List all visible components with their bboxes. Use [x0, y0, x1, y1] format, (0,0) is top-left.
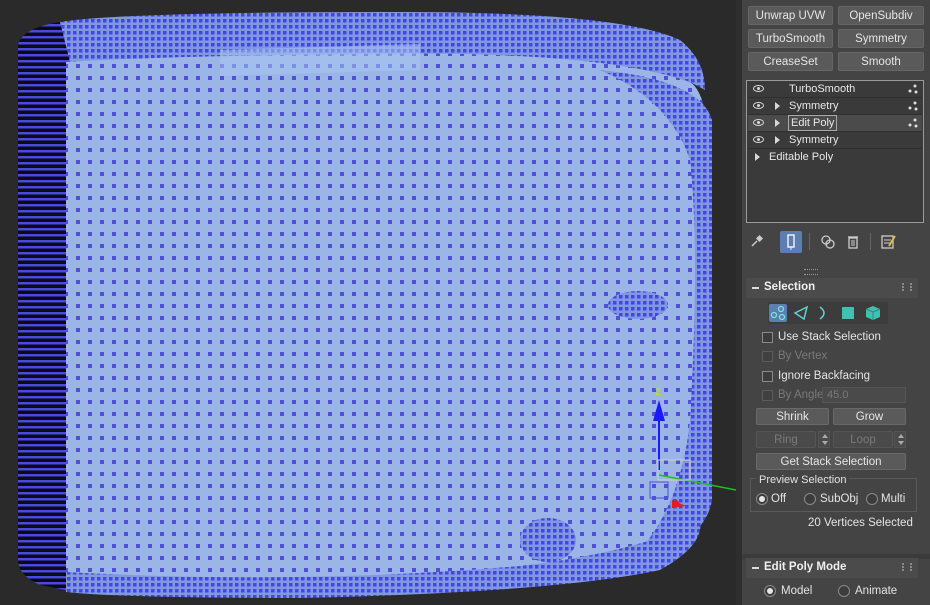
- ignore-backfacing-checkbox[interactable]: [762, 371, 773, 382]
- animate-radio[interactable]: [838, 585, 850, 597]
- border-icon[interactable]: [814, 304, 832, 322]
- by-vertex-label: By Vertex: [778, 350, 828, 362]
- model-radio[interactable]: [764, 585, 776, 597]
- show-end-result-toggle[interactable]: [780, 231, 802, 253]
- eye-icon[interactable]: [753, 119, 764, 126]
- smooth-button[interactable]: Smooth: [838, 52, 924, 71]
- stack-item-editable-poly[interactable]: Editable Poly: [748, 149, 922, 165]
- expand-arrow-icon[interactable]: [755, 153, 760, 161]
- preview-subobj-label: SubObj: [820, 493, 859, 505]
- stack-item-symmetry-bottom[interactable]: Symmetry: [748, 132, 922, 148]
- drag-handle-icon[interactable]: [902, 283, 912, 291]
- show-end-result-icon: [787, 234, 795, 250]
- element-icon[interactable]: [864, 304, 882, 322]
- opensubdiv-button[interactable]: OpenSubdiv: [838, 6, 924, 25]
- mesh-left-face: [18, 22, 70, 590]
- subobject-toolbar: [768, 302, 888, 324]
- configure-sets-icon[interactable]: [880, 233, 896, 250]
- by-angle-spinner[interactable]: 45.0: [822, 387, 906, 403]
- subobject-icon: [908, 84, 918, 94]
- stack-item-symmetry-top[interactable]: Symmetry: [748, 98, 922, 114]
- subobject-icon: [908, 101, 918, 111]
- command-panel: Unwrap UVW OpenSubdiv TurboSmooth Symmet…: [742, 0, 930, 605]
- use-stack-selection-checkbox[interactable]: [762, 332, 773, 343]
- loop-button[interactable]: Loop: [833, 431, 893, 448]
- expand-arrow-icon[interactable]: [775, 136, 780, 144]
- make-unique-icon[interactable]: [820, 233, 836, 250]
- ignore-backfacing-label: Ignore Backfacing: [778, 370, 871, 382]
- vertex-icon[interactable]: [769, 304, 787, 322]
- by-vertex-checkbox[interactable]: [762, 351, 773, 362]
- ring-button[interactable]: Ring: [756, 431, 816, 448]
- preview-subobj-radio[interactable]: [804, 493, 816, 505]
- expand-arrow-icon[interactable]: [775, 119, 780, 127]
- loop-spinner[interactable]: [894, 431, 906, 448]
- mesh-view[interactable]: Z: [0, 0, 736, 605]
- mesh-front-face: [66, 53, 712, 590]
- panel-resize-grip[interactable]: [804, 269, 818, 275]
- by-angle-value: 45.0: [827, 389, 849, 401]
- eye-icon[interactable]: [753, 102, 764, 109]
- stack-item-turbosmooth[interactable]: TurboSmooth: [748, 81, 922, 97]
- creaseset-button[interactable]: CreaseSet: [748, 52, 833, 71]
- preview-multi-radio[interactable]: [866, 493, 878, 505]
- shrink-button[interactable]: Shrink: [756, 408, 829, 425]
- symmetry-button[interactable]: Symmetry: [838, 29, 924, 48]
- stack-item-label: TurboSmooth: [789, 83, 856, 95]
- unwrap-uvw-button[interactable]: Unwrap UVW: [748, 6, 833, 25]
- eye-icon[interactable]: [753, 136, 764, 143]
- stack-item-label: Symmetry: [789, 134, 839, 146]
- gizmo-z-label: Z: [655, 387, 661, 397]
- eye-icon[interactable]: [753, 85, 764, 92]
- get-stack-selection-button[interactable]: Get Stack Selection: [756, 453, 906, 470]
- preview-selection-title: Preview Selection: [756, 474, 850, 486]
- use-stack-selection-label: Use Stack Selection: [778, 331, 881, 343]
- by-angle-label: By Angle:: [778, 389, 827, 401]
- selection-status: 20 Vertices Selected: [808, 517, 913, 529]
- preview-off-radio[interactable]: [756, 493, 768, 505]
- selection-rollout-header[interactable]: Selection: [746, 278, 918, 298]
- edge-icon[interactable]: [792, 304, 810, 322]
- grow-button[interactable]: Grow: [833, 408, 906, 425]
- mesh-pole-upper: [608, 291, 668, 319]
- polygon-icon[interactable]: [839, 304, 857, 322]
- ring-spinner[interactable]: [818, 431, 830, 448]
- drag-handle-icon[interactable]: [902, 563, 912, 571]
- animate-label: Animate: [855, 585, 898, 597]
- preview-off-label: Off: [771, 493, 787, 505]
- viewport[interactable]: Z: [0, 0, 736, 605]
- preview-multi-label: Multi: [881, 493, 906, 505]
- collapse-icon: [752, 567, 759, 569]
- remove-modifier-icon[interactable]: [845, 233, 861, 250]
- pin-stack-icon[interactable]: [749, 233, 765, 250]
- stack-item-label: Symmetry: [789, 100, 839, 112]
- model-label: Model: [781, 585, 813, 597]
- modifier-stack[interactable]: TurboSmooth Symmetry Edit Poly Symmetry …: [746, 80, 924, 223]
- stack-item-edit-poly[interactable]: Edit Poly: [748, 115, 922, 131]
- collapse-icon: [752, 287, 759, 289]
- turbosmooth-button[interactable]: TurboSmooth: [748, 29, 833, 48]
- subobject-icon: [908, 118, 918, 128]
- rollout-title: Selection: [764, 281, 816, 293]
- stack-item-label: Editable Poly: [769, 151, 834, 163]
- by-angle-checkbox[interactable]: [762, 390, 773, 401]
- stack-item-label: Edit Poly: [787, 115, 838, 131]
- rollout-title: Edit Poly Mode: [764, 561, 847, 573]
- edit-poly-mode-rollout-header[interactable]: Edit Poly Mode: [746, 558, 918, 578]
- mesh-pole-lower: [520, 518, 576, 562]
- expand-arrow-icon[interactable]: [775, 102, 780, 110]
